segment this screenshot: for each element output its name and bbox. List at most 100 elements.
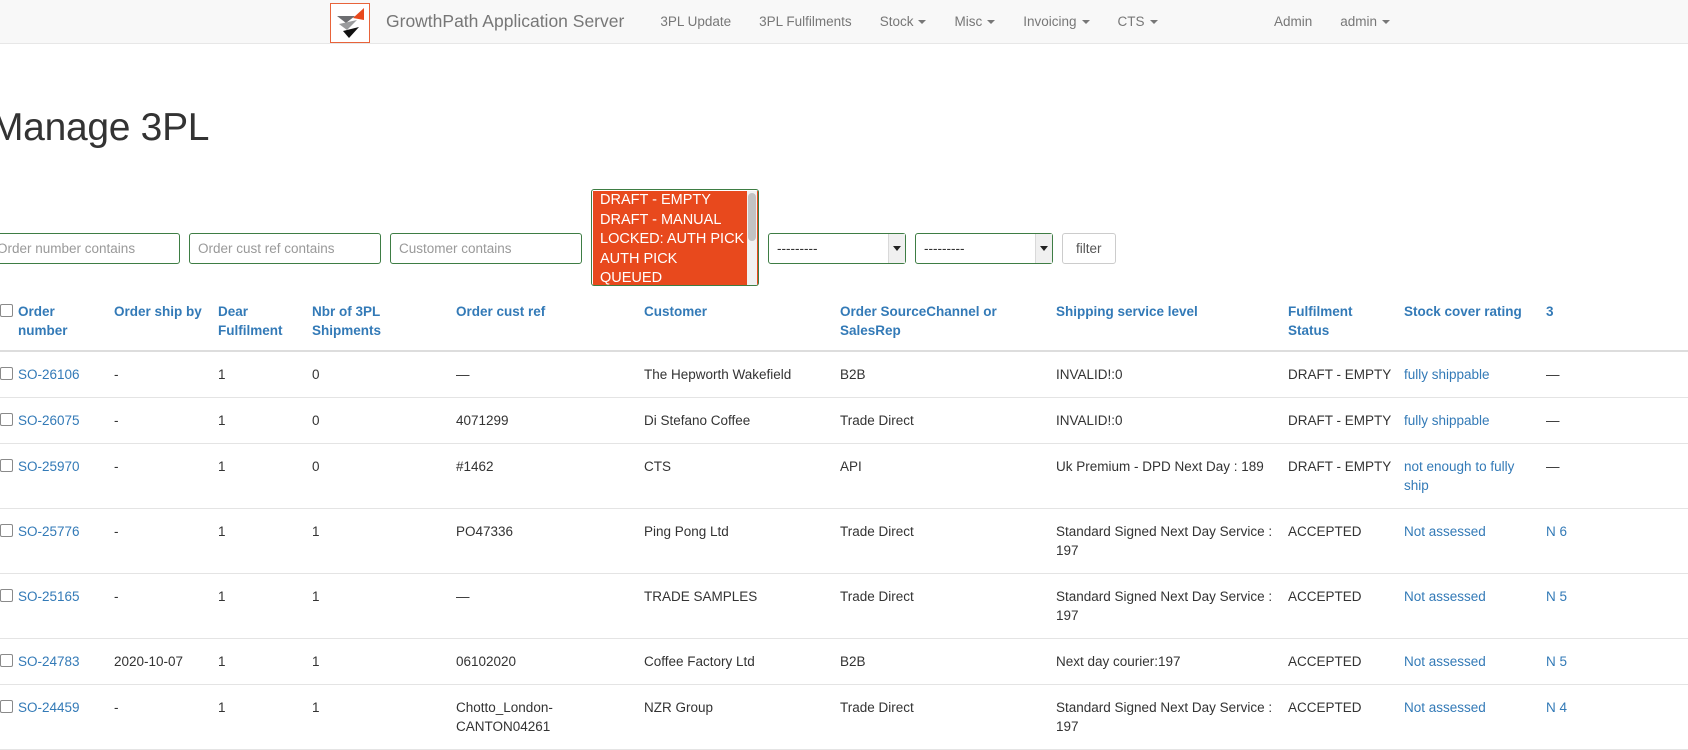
cell-stock-cover: fully shippable	[1404, 351, 1546, 398]
order-number-link[interactable]: SO-25776	[18, 524, 80, 539]
cell-stock-cover: Not assessed	[1404, 638, 1546, 685]
order-number-search-input[interactable]	[0, 233, 180, 264]
header-order-source-channel[interactable]: Order SourceChannel or SalesRep	[840, 292, 1056, 352]
order-cust-ref-search-input[interactable]	[189, 233, 381, 264]
order-number-link[interactable]: SO-25970	[18, 459, 80, 474]
order-number-link[interactable]: SO-24459	[18, 700, 80, 715]
cell-customer: The Hepworth Wakefield	[644, 351, 840, 398]
cell-fulfilment-status: DRAFT - EMPTY	[1288, 397, 1404, 444]
nav-link-invoicing[interactable]: Invoicing	[1009, 0, 1103, 44]
nav-link-stock[interactable]: Stock	[866, 0, 941, 44]
cell-clipped: N 5	[1546, 638, 1688, 685]
cell-stock-cover: Not assessed	[1404, 508, 1546, 574]
nav-links: 3PL Update 3PL Fulfilments Stock Misc In…	[646, 0, 1171, 43]
stock-cover-link[interactable]: not enough to fully ship	[1404, 459, 1514, 493]
header-fulfilment-status[interactable]: Fulfilment Status	[1288, 292, 1404, 352]
filter-bar: DRAFT - EMPTY DRAFT - MANUAL LOCKED: AUT…	[0, 189, 1116, 286]
orders-table-head: Order number Order ship by Dear Fulfilme…	[0, 292, 1688, 352]
row-checkbox[interactable]	[0, 589, 13, 602]
header-stock-cover-rating[interactable]: Stock cover rating	[1404, 292, 1546, 352]
clipped-link[interactable]: N 4	[1546, 700, 1567, 715]
cell-nbr-shipments: 0	[312, 443, 456, 509]
table-row[interactable]: SO-24783 2020-10-07 1 1 06102020 Coffee …	[0, 638, 1688, 685]
nav-link-3pl-update[interactable]: 3PL Update	[646, 0, 745, 44]
header-order-cust-ref[interactable]: Order cust ref	[456, 292, 644, 352]
row-checkbox[interactable]	[0, 367, 13, 380]
stock-cover-link[interactable]: Not assessed	[1404, 654, 1486, 669]
nav-link-cts[interactable]: CTS	[1104, 0, 1172, 44]
table-row[interactable]: SO-25776 - 1 1 PO47336 Ping Pong Ltd Tra…	[0, 508, 1688, 574]
cell-order-ship-by: -	[114, 573, 218, 639]
row-checkbox[interactable]	[0, 524, 13, 537]
header-dear-fulfilment[interactable]: Dear Fulfilment	[218, 292, 312, 352]
table-row[interactable]: SO-25970 - 1 0 #1462 CTS API Uk Premium …	[0, 443, 1688, 509]
cell-nbr-shipments: 1	[312, 573, 456, 639]
cell-order-number: SO-24459	[18, 684, 114, 750]
order-number-link[interactable]: SO-25165	[18, 589, 80, 604]
fulfilment-status-multiselect[interactable]: DRAFT - EMPTY DRAFT - MANUAL LOCKED: AUT…	[591, 189, 759, 286]
filter-button[interactable]: filter	[1062, 233, 1116, 264]
table-row[interactable]: SO-26106 - 1 0 — The Hepworth Wakefield …	[0, 351, 1688, 398]
row-checkbox[interactable]	[0, 700, 13, 713]
filter-select-one[interactable]: ---------	[768, 233, 906, 264]
filter-select-two[interactable]: ---------	[915, 233, 1053, 264]
order-number-link[interactable]: SO-26106	[18, 367, 80, 382]
table-row[interactable]: SO-24459 - 1 1 Chotto_London-CANTON04261…	[0, 684, 1688, 750]
multiselect-scrollbar[interactable]	[747, 191, 757, 285]
cell-fulfilment-status: ACCEPTED	[1288, 573, 1404, 639]
table-row[interactable]: SO-26075 - 1 0 4071299 Di Stefano Coffee…	[0, 397, 1688, 444]
header-clipped-column[interactable]: 3	[1546, 292, 1688, 352]
table-row[interactable]: SO-25165 - 1 1 — TRADE SAMPLES Trade Dir…	[0, 573, 1688, 639]
nav-link-label: Invoicing	[1023, 13, 1077, 29]
cell-order-cust-ref: —	[456, 351, 644, 398]
filter-select-one-wrapper: ---------	[768, 233, 906, 264]
cell-nbr-shipments: 0	[312, 351, 456, 398]
clipped-link[interactable]: N 5	[1546, 654, 1567, 669]
nav-link-admin[interactable]: Admin	[1260, 0, 1326, 44]
cell-order-cust-ref: 06102020	[456, 638, 644, 685]
cell-order-ship-by: 2020-10-07	[114, 638, 218, 685]
select-all-header	[0, 292, 18, 352]
stock-cover-link[interactable]: fully shippable	[1404, 367, 1490, 382]
nav-link-misc[interactable]: Misc	[940, 0, 1009, 44]
select-all-checkbox[interactable]	[0, 304, 13, 317]
nav-link-label: 3PL Update	[660, 13, 732, 29]
cell-nbr-shipments: 1	[312, 638, 456, 685]
cell-customer: NZR Group	[644, 684, 840, 750]
multiselect-option-draft-manual[interactable]: DRAFT - MANUAL	[593, 210, 758, 230]
header-order-ship-by[interactable]: Order ship by	[114, 292, 218, 352]
cell-clipped: N 5	[1546, 573, 1688, 639]
cell-customer: TRADE SAMPLES	[644, 573, 840, 639]
row-checkbox[interactable]	[0, 413, 13, 426]
order-number-link[interactable]: SO-24783	[18, 654, 80, 669]
row-checkbox[interactable]	[0, 459, 13, 472]
clipped-link[interactable]: N 6	[1546, 524, 1567, 539]
orders-table-body: SO-26106 - 1 0 — The Hepworth Wakefield …	[0, 351, 1688, 750]
top-navbar: GrowthPath Application Server 3PL Update…	[0, 0, 1688, 44]
header-order-number[interactable]: Order number	[18, 292, 114, 352]
header-customer[interactable]: Customer	[644, 292, 840, 352]
multiselect-scrollbar-thumb[interactable]	[748, 193, 756, 241]
stock-cover-link[interactable]: fully shippable	[1404, 413, 1490, 428]
customer-search-input[interactable]	[390, 233, 582, 264]
cell-nbr-shipments: 1	[312, 508, 456, 574]
stock-cover-link[interactable]: Not assessed	[1404, 589, 1486, 604]
multiselect-option-locked-auth-pick[interactable]: LOCKED: AUTH PICK	[593, 230, 758, 250]
cell-clipped: N 4	[1546, 684, 1688, 750]
stock-cover-link[interactable]: Not assessed	[1404, 524, 1486, 539]
multiselect-option-auth-pick[interactable]: AUTH PICK	[593, 249, 758, 269]
row-select-cell	[0, 397, 18, 444]
nav-link-3pl-fulfilments[interactable]: 3PL Fulfilments	[745, 0, 866, 44]
row-checkbox[interactable]	[0, 654, 13, 667]
nav-user-menu[interactable]: admin	[1326, 0, 1404, 44]
header-nbr-3pl-shipments[interactable]: Nbr of 3PL Shipments	[312, 292, 456, 352]
stock-cover-link[interactable]: Not assessed	[1404, 700, 1486, 715]
row-select-cell	[0, 508, 18, 574]
brand-title[interactable]: GrowthPath Application Server	[386, 11, 624, 32]
multiselect-option-draft-empty[interactable]: DRAFT - EMPTY	[593, 191, 758, 211]
growthpath-bird-logo-icon[interactable]	[330, 2, 370, 43]
header-shipping-service-level[interactable]: Shipping service level	[1056, 292, 1288, 352]
order-number-link[interactable]: SO-26075	[18, 413, 80, 428]
multiselect-option-queued[interactable]: QUEUED	[593, 269, 758, 285]
clipped-link[interactable]: N 5	[1546, 589, 1567, 604]
